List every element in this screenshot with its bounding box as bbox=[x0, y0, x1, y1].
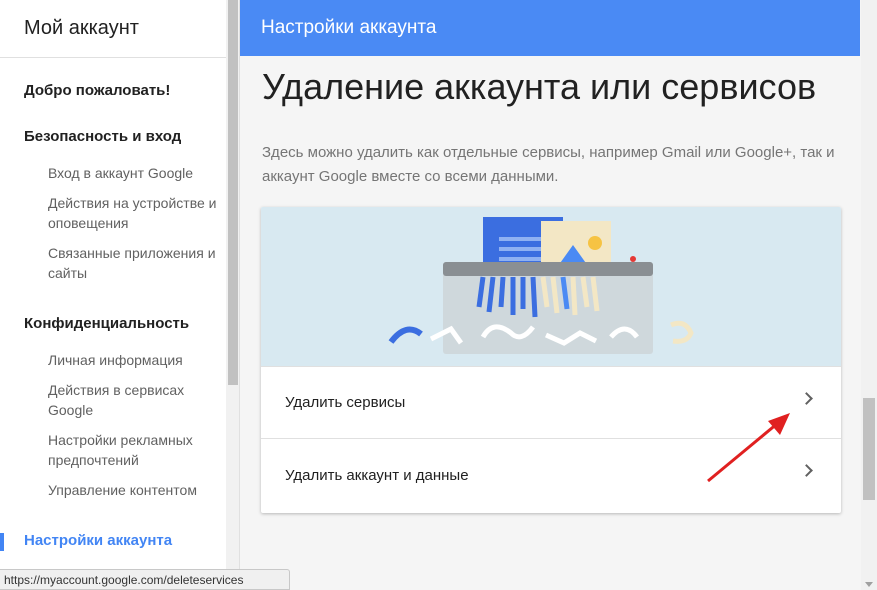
sidebar-scrollbar[interactable] bbox=[226, 0, 239, 590]
sidebar-item-content-control[interactable]: Управление контентом bbox=[48, 480, 228, 500]
sidebar-item-signin[interactable]: Вход в аккаунт Google bbox=[48, 163, 228, 183]
sidebar-item-security[interactable]: Безопасность и вход bbox=[24, 128, 181, 145]
sidebar-item-device-activity[interactable]: Действия на устройстве и оповещения bbox=[48, 193, 228, 233]
main-scroll-thumb[interactable] bbox=[863, 398, 875, 500]
sidebar-item-activity-controls[interactable]: Действия в сервисах Google bbox=[48, 380, 228, 420]
sidebar-item-account-settings[interactable]: Настройки аккаунта bbox=[24, 532, 172, 549]
page-title: Удаление аккаунта или сервисов bbox=[262, 66, 817, 107]
sidebar-item-privacy[interactable]: Конфиденциальность bbox=[24, 315, 189, 332]
sidebar: Мой аккаунт Добро пожаловать! Безопаснос… bbox=[0, 0, 240, 590]
delete-account-label: Удалить аккаунт и данные bbox=[285, 467, 469, 484]
main-scrollbar[interactable] bbox=[861, 0, 877, 590]
shredder-graphic bbox=[388, 217, 694, 354]
annotation-arrow-icon bbox=[707, 413, 790, 483]
sidebar-item-ads-settings[interactable]: Настройки рекламных предпочтений bbox=[48, 430, 228, 470]
sidebar-item-welcome[interactable]: Добро пожаловать! bbox=[24, 82, 170, 99]
sidebar-item-personal-info[interactable]: Личная информация bbox=[48, 350, 228, 370]
chevron-right-icon bbox=[800, 464, 813, 477]
page-description: Здесь можно удалить как отдельные сервис… bbox=[262, 144, 835, 185]
sidebar-title: Мой аккаунт bbox=[0, 0, 239, 58]
sidebar-scroll-thumb[interactable] bbox=[228, 0, 238, 385]
status-bar-url: https://myaccount.google.com/deleteservi… bbox=[0, 569, 290, 590]
app-bar-title: Настройки аккаунта bbox=[261, 17, 437, 38]
sidebar-item-connected-apps[interactable]: Связанные приложения и сайты bbox=[48, 243, 228, 283]
page: Мой аккаунт Добро пожаловать! Безопаснос… bbox=[0, 0, 877, 590]
app-bar: Настройки аккаунта bbox=[240, 0, 860, 56]
shredder-illustration bbox=[261, 207, 841, 366]
delete-services-label: Удалить сервисы bbox=[285, 394, 406, 411]
chevron-right-icon bbox=[800, 392, 813, 405]
scroll-down-icon[interactable] bbox=[865, 582, 873, 587]
active-indicator bbox=[0, 533, 4, 551]
